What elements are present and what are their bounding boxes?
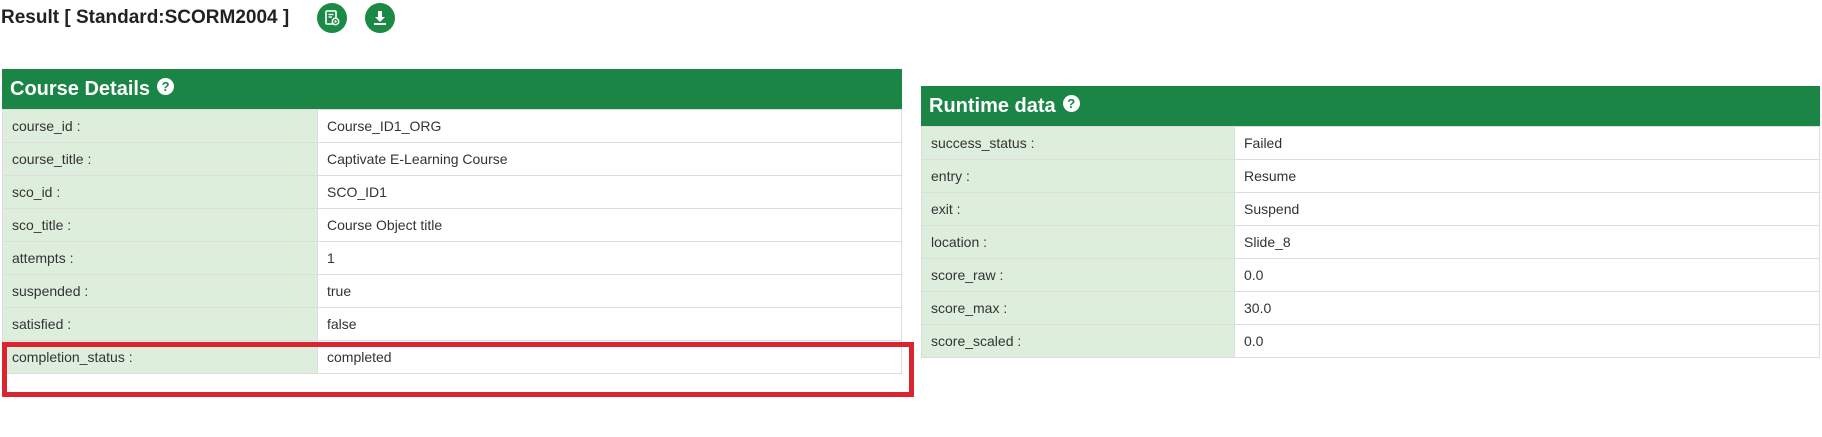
view-report-button[interactable] [317,3,348,33]
row-value: Course Object title [317,208,902,242]
row-value: false [317,307,902,341]
table-row: sco_id : SCO_ID1 [2,175,902,209]
row-value: SCO_ID1 [317,175,902,209]
row-key: sco_title : [2,208,318,242]
table-row: exit : Suspend [921,192,1820,226]
course-details-table: course_id : Course_ID1_ORG course_title … [2,109,902,374]
row-key: score_max : [921,291,1235,325]
row-key: exit : [921,192,1235,226]
row-key: completion_status : [2,340,318,374]
row-key: course_id : [2,109,318,143]
row-key: score_scaled : [921,324,1235,358]
course-details-heading: Course Details ? [2,69,902,109]
row-value: Resume [1234,159,1820,193]
row-value: Captivate E-Learning Course [317,142,902,176]
table-row: course_title : Captivate E-Learning Cour… [2,142,902,176]
row-value: Course_ID1_ORG [317,109,902,143]
row-value: Failed [1234,126,1820,160]
row-value: completed [317,340,902,374]
page-header: Result [ Standard:SCORM2004 ] [1,0,413,36]
row-key: sco_id : [2,175,318,209]
row-key: suspended : [2,274,318,308]
row-value: 0.0 [1234,258,1820,292]
help-icon[interactable]: ? [1062,94,1080,112]
table-row: score_raw : 0.0 [921,258,1820,292]
runtime-data-table: success_status : Failed entry : Resume e… [921,126,1820,358]
download-icon [374,11,387,25]
table-row: attempts : 1 [2,241,902,275]
row-key: satisfied : [2,307,318,341]
course-details-title: Course Details [10,77,151,100]
course-details-panel: Course Details ? course_id : Course_ID1_… [2,69,902,374]
row-key: success_status : [921,126,1235,160]
runtime-data-panel: Runtime data ? success_status : Failed e… [921,86,1820,358]
row-value: true [317,274,902,308]
help-icon[interactable]: ? [157,77,175,95]
view-report-icon [325,10,340,26]
row-value: 0.0 [1234,324,1820,358]
row-key: location : [921,225,1235,259]
row-key: score_raw : [921,258,1235,292]
table-row: satisfied : false [2,307,902,341]
table-row: course_id : Course_ID1_ORG [2,109,902,143]
runtime-data-title: Runtime data [929,94,1056,117]
table-row: location : Slide_8 [921,225,1820,259]
table-row: success_status : Failed [921,126,1820,160]
table-row: score_max : 30.0 [921,291,1820,325]
row-key: attempts : [2,241,318,275]
row-value: 30.0 [1234,291,1820,325]
table-row: entry : Resume [921,159,1820,193]
row-key: entry : [921,159,1235,193]
row-value: Slide_8 [1234,225,1820,259]
row-value: 1 [317,241,902,275]
runtime-data-heading: Runtime data ? [921,86,1820,126]
page-title: Result [ Standard:SCORM2004 ] [1,7,290,28]
row-key: course_title : [2,142,318,176]
download-button[interactable] [365,3,396,33]
table-row-completion-status: completion_status : completed [2,340,902,374]
table-row: score_scaled : 0.0 [921,324,1820,358]
row-value: Suspend [1234,192,1820,226]
table-row: suspended : true [2,274,902,308]
table-row: sco_title : Course Object title [2,208,902,242]
